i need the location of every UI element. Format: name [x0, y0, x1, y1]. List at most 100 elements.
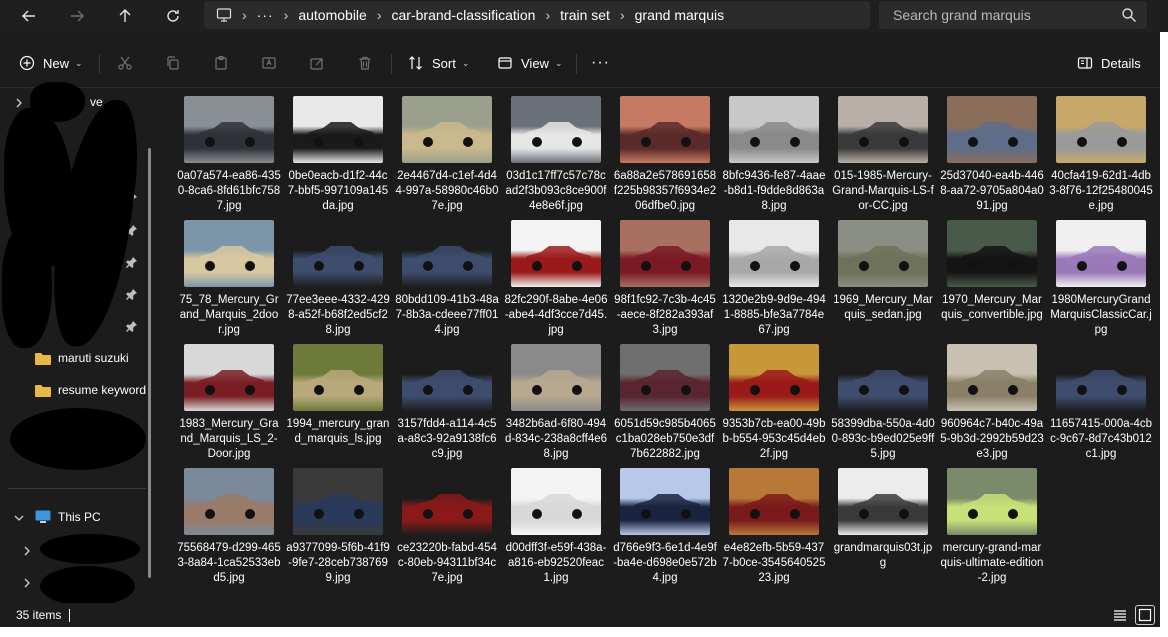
file-item[interactable]: 1994_mercury_grand_marquis_ls.jpg: [286, 340, 390, 462]
file-item[interactable]: 6051d59c985b4065c1ba028eb750e3df7b622882…: [613, 340, 717, 462]
file-item[interactable]: 0a07a574-ea86-4350-8ca6-8fd61bfc7587.jpg: [177, 92, 281, 214]
file-item[interactable]: ce23220b-fabd-454c-80eb-94311bf34c7e.jpg: [395, 464, 499, 586]
more-dots-icon: ···: [591, 54, 610, 71]
cut-button[interactable]: [117, 50, 133, 76]
rename-icon: [262, 57, 276, 69]
file-thumbnail: [293, 96, 383, 163]
file-name: 1970_Mercury_Marquis_convertible.jpg: [941, 294, 1043, 321]
car-icon: [957, 494, 1029, 519]
chevron-right-icon[interactable]: [22, 577, 32, 588]
file-thumbnail: [838, 468, 928, 535]
file-item[interactable]: 1969_Mercury_Marquis_sedan.jpg: [831, 216, 935, 338]
sidebar-item-this-pc[interactable]: This PC: [0, 503, 150, 531]
sidebar-item-maruti-suzuki[interactable]: maruti suzuki: [0, 344, 150, 372]
file-item[interactable]: 960964c7-b40c-49a5-9b3d-2992b59d23e3.jpg: [940, 340, 1044, 462]
sidebar-item-resume-keyword[interactable]: resume keyword: [0, 376, 150, 404]
file-item[interactable]: d766e9f3-6e1d-4e9f-ba4e-d698e0e572b4.jpg: [613, 464, 717, 586]
rename-button[interactable]: [261, 50, 277, 76]
file-item[interactable]: 75568479-d299-4653-8a84-1ca52533ebd5.jpg: [177, 464, 281, 586]
file-item[interactable]: 8bfc9436-fe87-4aae-b8d1-f9dde8d863a8.jpg: [722, 92, 826, 214]
file-item[interactable]: 75_78_Mercury_Grand_Marquis_2door.jpg: [177, 216, 281, 338]
new-button[interactable]: New ⌄: [19, 50, 83, 76]
car-icon: [521, 122, 593, 147]
file-item[interactable]: 98f1fc92-7c3b-4c45-aece-8f282a393af3.jpg: [613, 216, 717, 338]
more-options-button[interactable]: ···: [591, 50, 610, 76]
share-button[interactable]: [309, 50, 325, 76]
file-item[interactable]: e4e82efb-5b59-4377-b0ce-354564052523.jpg: [722, 464, 826, 586]
sort-button[interactable]: Sort ⌄: [408, 50, 469, 76]
breadcrumb[interactable]: › ··· › automobile › car-brand-classific…: [204, 1, 870, 29]
breadcrumb-overflow[interactable]: ···: [257, 7, 274, 23]
chevron-right-icon[interactable]: [22, 545, 32, 556]
breadcrumb-item[interactable]: automobile: [298, 7, 367, 23]
file-thumbnail: [184, 220, 274, 287]
file-item[interactable]: 1970_Mercury_Marquis_convertible.jpg: [940, 216, 1044, 338]
file-item[interactable]: 1983_Mercury_Grand_Marquis_LS_2-Door.jpg: [177, 340, 281, 462]
pin-icon[interactable]: [126, 288, 138, 300]
clipboard-icon: [215, 55, 227, 70]
file-thumbnail: [947, 468, 1037, 535]
file-name: 11657415-000a-4cbc-9c67-8d7c43b012c1.jpg: [1049, 418, 1153, 460]
file-item[interactable]: d00dff3f-e59f-438a-a816-eb92520feac1.jpg: [504, 464, 608, 586]
delete-button[interactable]: [357, 50, 373, 76]
pin-icon[interactable]: [126, 256, 138, 268]
file-name: 3482b6ad-6f80-494d-834c-238a8cff4e68.jpg: [504, 418, 608, 460]
refresh-button[interactable]: [160, 4, 186, 28]
file-item[interactable]: 9353b7cb-ea00-49bb-b554-953c45d4eb2f.jpg: [722, 340, 826, 462]
item-count: 35 items: [16, 608, 62, 622]
file-thumbnail: [620, 468, 710, 535]
file-item[interactable]: 03d1c17ff7c57c78cad2f3b093c8ce900f4e8e6f…: [504, 92, 608, 214]
large-icons-view-button[interactable]: [1135, 605, 1155, 625]
details-button[interactable]: Details: [1077, 50, 1141, 76]
chevron-down-icon: ⌄: [75, 57, 83, 68]
file-item[interactable]: 40cfa419-62d1-4db3-8f76-12f25480045e.jpg: [1049, 92, 1153, 214]
breadcrumb-item[interactable]: train set: [560, 7, 610, 23]
file-item[interactable]: 1980MercuryGrandMarquisClassicCar.jpg: [1049, 216, 1153, 338]
file-item[interactable]: 3157fdd4-a114-4c5a-a8c3-92a9138fc6c9.jpg: [395, 340, 499, 462]
redaction-mark: [2, 228, 52, 348]
file-item[interactable]: 015-1985-Mercury-Grand-Marquis-LS-for-CC…: [831, 92, 935, 214]
file-name: 8bfc9436-fe87-4aae-b8d1-f9dde8d863a8.jpg: [722, 170, 826, 212]
file-item[interactable]: a9377099-5f6b-41f9-9fe7-28ceb7387699.jpg: [286, 464, 390, 586]
search-icon[interactable]: [1121, 7, 1137, 23]
file-thumbnail: [184, 468, 274, 535]
search-input[interactable]: Search grand marquis: [879, 1, 1147, 29]
plus-circle-icon: [19, 55, 35, 71]
breadcrumb-item[interactable]: car-brand-classification: [392, 7, 536, 23]
chevron-down-icon[interactable]: [14, 512, 24, 522]
file-item[interactable]: 77ee3eee-4332-4298-a52f-b68f2ed5cf28.jpg: [286, 216, 390, 338]
file-item[interactable]: 6a88a2e578691658f225b98357f6934e206dfbe0…: [613, 92, 717, 214]
back-button[interactable]: [16, 4, 42, 28]
file-item[interactable]: 11657415-000a-4cbc-9c67-8d7c43b012c1.jpg: [1049, 340, 1153, 462]
file-item[interactable]: 82fc290f-8abe-4e06-abe4-4df3cce7d45.jpg: [504, 216, 608, 338]
forward-button[interactable]: [64, 4, 90, 28]
car-icon: [303, 370, 375, 395]
chevron-right-icon: ›: [242, 7, 247, 23]
paste-button[interactable]: [213, 50, 229, 76]
file-item[interactable]: mercury-grand-marquis-ultimate-edition-2…: [940, 464, 1044, 586]
pin-icon[interactable]: [126, 320, 138, 332]
view-button[interactable]: View ⌄: [497, 50, 563, 76]
file-item[interactable]: grandmarquis03t.jpg: [831, 464, 935, 586]
file-name: 80bdd109-41b3-48a7-8b3a-cdeee77ff014.jpg: [395, 294, 499, 336]
car-icon: [194, 370, 266, 395]
details-view-button[interactable]: [1110, 605, 1130, 625]
breadcrumb-item[interactable]: grand marquis: [635, 7, 725, 23]
file-name: 1994_mercury_grand_marquis_ls.jpg: [286, 418, 390, 445]
sort-label: Sort: [432, 55, 456, 71]
file-item[interactable]: 2e4467d4-c1ef-4d44-997a-58980c46b07e.jpg: [395, 92, 499, 214]
file-item[interactable]: 25d37040-ea4b-4468-aa72-9705a804a091.jpg: [940, 92, 1044, 214]
details-label: Details: [1101, 55, 1141, 71]
file-thumbnail: [1056, 344, 1146, 411]
chevron-right-icon[interactable]: [14, 97, 24, 108]
sort-icon: [409, 56, 422, 70]
file-item[interactable]: 80bdd109-41b3-48a7-8b3a-cdeee77ff014.jpg: [395, 216, 499, 338]
up-button[interactable]: [112, 4, 138, 28]
file-item[interactable]: 0be0eacb-d1f2-44c7-bbf5-997109a145da.jpg: [286, 92, 390, 214]
redaction-mark: [10, 408, 146, 470]
file-item[interactable]: 3482b6ad-6f80-494d-834c-238a8cff4e68.jpg: [504, 340, 608, 462]
sidebar-scrollbar[interactable]: [148, 148, 151, 578]
file-item[interactable]: 58399dba-550a-4d00-893c-b9ed025e9ff5.jpg: [831, 340, 935, 462]
file-item[interactable]: 1320e2b9-9d9e-4941-8885-bfe3a7784e67.jpg: [722, 216, 826, 338]
copy-button[interactable]: [165, 50, 181, 76]
